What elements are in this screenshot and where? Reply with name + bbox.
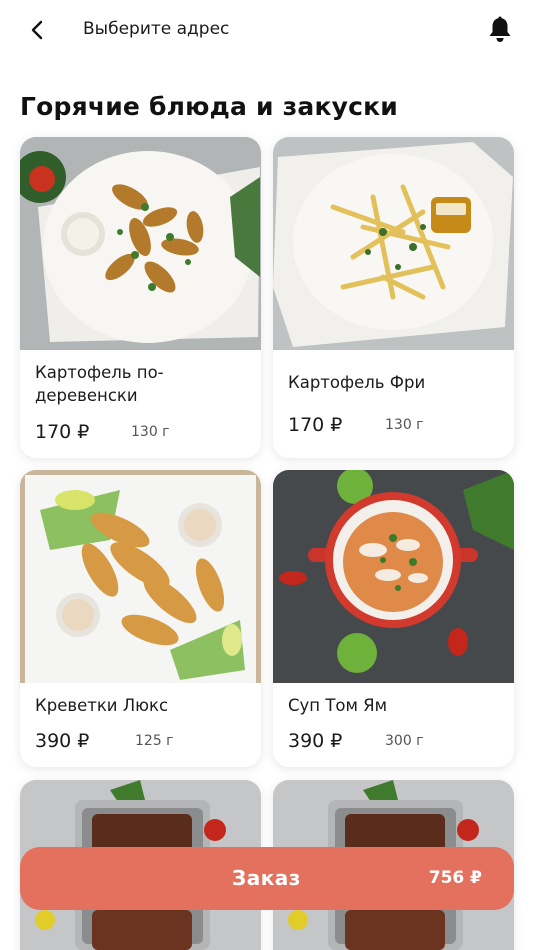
product-price: 390 ₽: [288, 730, 343, 752]
address-selector[interactable]: Выберите адрес: [83, 19, 229, 39]
bell-icon: [489, 16, 511, 42]
product-card[interactable]: Суп Том Ям 390 ₽ 300 г: [273, 470, 514, 767]
product-card[interactable]: Креветки Люкс 390 ₽ 125 г: [20, 470, 261, 767]
product-weight: 130 г: [385, 417, 424, 433]
product-card[interactable]: Картофель Фри 170 ₽ 130 г: [273, 137, 514, 458]
order-label: Заказ: [232, 866, 301, 890]
product-image: [273, 470, 514, 683]
chevron-left-icon: [31, 20, 43, 40]
product-card[interactable]: Картофель по-деревенски 170 ₽ 130 г: [20, 137, 261, 458]
back-button[interactable]: [22, 14, 54, 46]
product-name: Картофель Фри: [288, 373, 426, 392]
order-button[interactable]: Заказ 756 ₽: [20, 847, 514, 910]
section-title: Горячие блюда и закуски: [20, 92, 399, 121]
product-name: Картофель по-деревенски: [35, 363, 164, 405]
product-image: [20, 137, 261, 350]
order-total: 756 ₽: [428, 868, 482, 888]
top-bar: Выберите адрес: [0, 0, 534, 62]
product-name: Суп Том Ям: [288, 696, 388, 715]
product-name: Креветки Люкс: [35, 696, 169, 715]
product-price: 170 ₽: [288, 414, 343, 436]
product-weight: 130 г: [131, 424, 170, 440]
product-price: 170 ₽: [35, 421, 90, 443]
product-image: [273, 137, 514, 350]
product-price: 390 ₽: [35, 730, 90, 752]
product-weight: 125 г: [135, 733, 174, 749]
product-image: [20, 470, 261, 683]
product-weight: 300 г: [385, 733, 424, 749]
notifications-button[interactable]: [484, 14, 516, 46]
